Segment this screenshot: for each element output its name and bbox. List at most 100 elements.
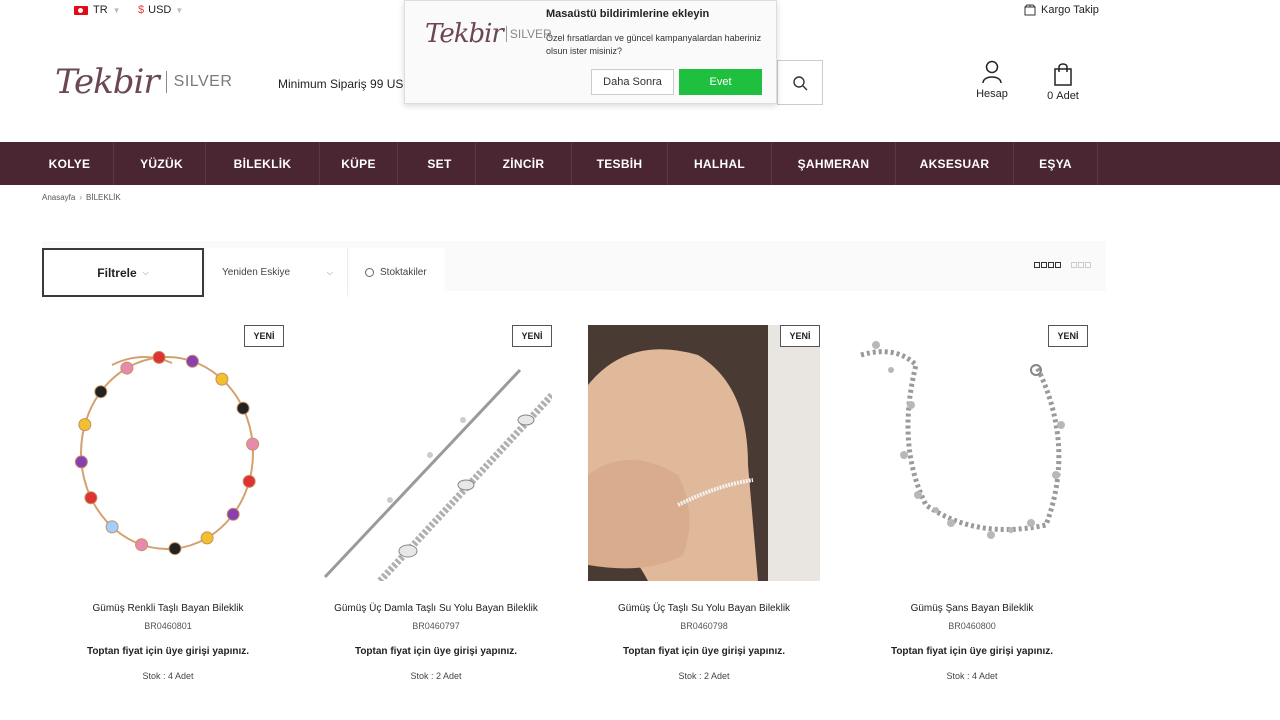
product-code: BR0460798 (680, 621, 728, 631)
stone-icon (120, 361, 134, 375)
popup-logo-script: Tekbir (425, 19, 504, 49)
breadcrumb-home[interactable]: Anasayfa (42, 193, 75, 202)
account-link[interactable]: Hesap (972, 60, 1012, 100)
product-name[interactable]: Gümüş Şans Bayan Bileklik (856, 603, 1088, 614)
nav-item[interactable]: KÜPE (320, 142, 398, 185)
nav-item[interactable]: EŞYA (1014, 142, 1098, 185)
stone-icon (94, 385, 108, 399)
shopping-bag-icon (1054, 63, 1072, 86)
turkey-flag-icon (74, 5, 88, 15)
chevron-down-icon: ⌵ (326, 268, 333, 277)
price-note: Toptan fiyat için üye girişi yapınız. (890, 646, 1054, 657)
stock-filter-label: Stoktakiler (380, 267, 427, 278)
category-nav: KOLYE YÜZÜK BİLEKLİK KÜPE SET ZİNCİR TESBİH HAL… (0, 142, 1280, 185)
price-note: Toptan fiyat için üye girişi yapınız. (86, 646, 250, 657)
min-order-notice: Minimum Sipariş 99 US (278, 77, 404, 91)
price-note: Toptan fiyat için üye girişi yapınız. (354, 646, 518, 657)
radio-icon (365, 268, 374, 277)
nav-item[interactable]: HALHAL (668, 142, 772, 185)
account-label: Hesap (976, 88, 1008, 100)
stock-info: Stok : 2 Adet (410, 671, 462, 681)
product-card[interactable]: YENİ Gümüş Üç Taşlı Su Yolu Bayan Bilekl… (588, 325, 820, 695)
stone-icon (226, 507, 240, 521)
popup-logo-divider (505, 26, 507, 42)
product-card[interactable]: YENİ Gümüş Şans Bayan Bileklik BR0460800… (856, 325, 1088, 695)
logo-word: SILVER (173, 73, 233, 90)
stock-info: Stok : 4 Adet (142, 671, 194, 681)
logo-script: Tekbir (55, 62, 160, 102)
product-image[interactable]: YENİ (320, 325, 552, 581)
sort-select[interactable]: Yeniden Eskiye ⌵ (206, 248, 348, 297)
stock-info: Stok : 4 Adet (946, 671, 998, 681)
product-code: BR0460801 (144, 621, 192, 631)
yes-button[interactable]: Evet (679, 69, 762, 95)
chevron-down-icon: ⌵ (142, 267, 149, 277)
notification-popup: Tekbir SILVER Masaüstü bildirimlerine ek… (404, 0, 777, 104)
product-name[interactable]: Gümüş Üç Taşlı Su Yolu Bayan Bileklik (588, 603, 820, 614)
later-button[interactable]: Daha Sonra (591, 69, 674, 95)
breadcrumb: Anasayfa › BİLEKLİK (42, 193, 121, 202)
product-name[interactable]: Gümüş Üç Damla Taşlı Su Yolu Bayan Bilek… (320, 603, 552, 614)
nav-item[interactable]: KOLYE (26, 142, 114, 185)
popup-logo: Tekbir SILVER (425, 19, 552, 49)
cart-count: 0 (1047, 90, 1054, 102)
cargo-track-link[interactable]: Kargo Takip (1024, 4, 1099, 16)
nav-item[interactable]: BİLEKLİK (206, 142, 320, 185)
nav-item[interactable]: AKSESUAR (896, 142, 1014, 185)
nav-item[interactable]: ŞAHMERAN (772, 142, 896, 185)
new-badge: YENİ (1048, 325, 1088, 347)
stone-icon (135, 538, 149, 552)
breadcrumb-current: BİLEKLİK (86, 193, 121, 202)
stone-icon (185, 354, 199, 368)
cargo-track-label: Kargo Takip (1041, 4, 1099, 16)
product-image[interactable]: YENİ (588, 325, 820, 581)
stone-icon (246, 437, 260, 451)
user-icon (982, 60, 1002, 84)
sort-label: Yeniden Eskiye (222, 267, 291, 278)
stone-icon (168, 542, 182, 556)
nav-item[interactable]: ZİNCİR (476, 142, 572, 185)
nav-item[interactable]: SET (404, 142, 476, 185)
language-selector[interactable]: TR ▼ (74, 4, 121, 16)
stone-icon (152, 350, 166, 364)
site-logo[interactable]: Tekbir SILVER (55, 62, 232, 102)
product-code: BR0460797 (412, 621, 460, 631)
search-button[interactable] (777, 60, 823, 105)
stone-icon (74, 455, 88, 469)
in-stock-toggle[interactable]: Stoktakiler (349, 248, 445, 297)
grid-4-view-icon[interactable] (1034, 262, 1061, 268)
product-name[interactable]: Gümüş Renkli Taşlı Bayan Bileklik (52, 603, 284, 614)
drop-stone-bracelet-image (323, 368, 552, 581)
price-note: Toptan fiyat için üye girişi yapınız. (622, 646, 786, 657)
stone-icon (242, 474, 256, 488)
grid-3-view-icon[interactable] (1071, 262, 1091, 268)
search-icon (793, 75, 808, 90)
new-badge: YENİ (780, 325, 820, 347)
popup-title: Masaüstü bildirimlerine ekleyin (546, 8, 710, 20)
filter-button[interactable]: Filtrele ⌵ (42, 248, 204, 297)
package-icon (1024, 4, 1036, 16)
product-code: BR0460800 (948, 621, 996, 631)
stone-icon (84, 491, 98, 505)
stone-icon (105, 520, 119, 534)
product-image[interactable]: YENİ (52, 325, 284, 581)
stone-icon (236, 401, 250, 415)
nav-item[interactable]: YÜZÜK (118, 142, 206, 185)
filter-label: Filtrele (97, 265, 137, 280)
nav-item[interactable]: TESBİH (572, 142, 668, 185)
charm-bracelet-image (860, 341, 1065, 539)
cart-label: Adet (1056, 90, 1079, 102)
currency-label: USD (148, 4, 172, 16)
chevron-down-icon: ▼ (112, 5, 121, 15)
bracelet-on-wrist-image (588, 325, 820, 581)
product-image[interactable]: YENİ (856, 325, 1088, 581)
logo-divider (165, 71, 167, 93)
currency-selector[interactable]: $ USD ▼ (138, 4, 183, 16)
stock-info: Stok : 2 Adet (678, 671, 730, 681)
product-card[interactable]: YENİ Gümüş Üç Damla Taşlı Su Yolu Bayan … (320, 325, 552, 695)
currency-symbol: $ (138, 4, 145, 16)
cart-link[interactable]: 0 Adet (1037, 62, 1089, 102)
popup-body: Özel fırsatlardan ve güncel kampanyalard… (546, 33, 762, 56)
colorful-bracelet-image (74, 350, 260, 556)
product-card[interactable]: YENİ Gümüş Renkli Taşlı Bayan Bileklik B… (52, 325, 284, 695)
